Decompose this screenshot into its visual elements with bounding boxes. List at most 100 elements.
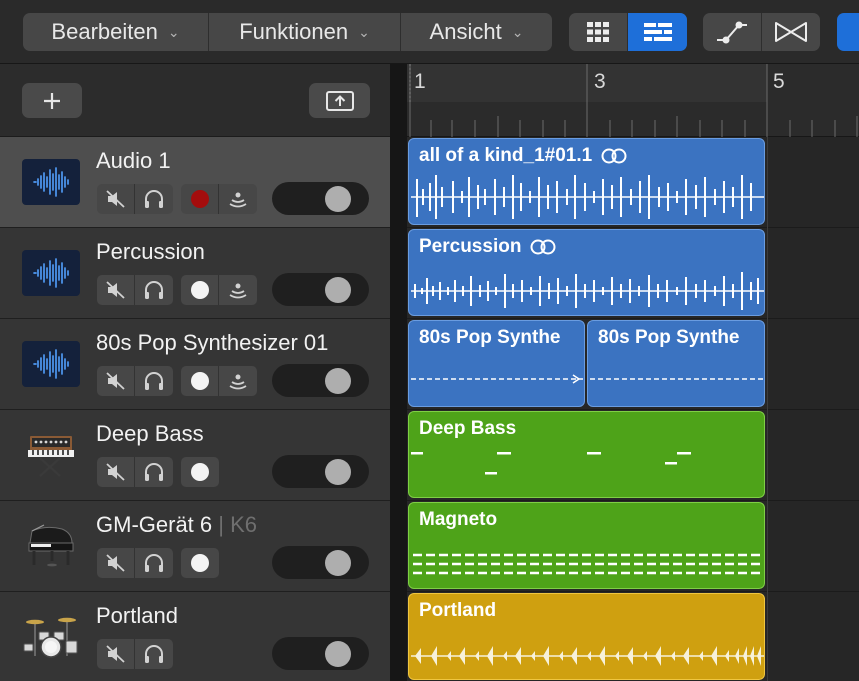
speaker-mute-icon: [105, 554, 125, 572]
region-title: all of a kind_1#01.1: [419, 145, 628, 167]
track-controls: [97, 457, 219, 487]
input-monitoring-button[interactable]: [219, 366, 257, 396]
add-track-button[interactable]: [22, 83, 82, 118]
solo-button[interactable]: [135, 548, 173, 578]
track-name[interactable]: 80s Pop Synthesizer 01: [96, 330, 328, 356]
track-row-80s-pop-synthesizer[interactable]: 80s Pop Synthesizer 01: [0, 319, 390, 410]
grid-view-icon: [587, 22, 609, 42]
speaker-mute-icon: [105, 190, 125, 208]
region-title: Magneto: [419, 509, 498, 530]
drummer-region[interactable]: Portland: [408, 593, 765, 680]
input-monitor-icon: [229, 283, 247, 299]
chevron-down-icon: ⌄: [511, 23, 524, 40]
solo-button[interactable]: [135, 366, 173, 396]
volume-slider[interactable]: [272, 182, 369, 215]
track-name[interactable]: Deep Bass: [96, 421, 204, 447]
volume-knob[interactable]: [325, 459, 351, 485]
volume-slider[interactable]: [272, 364, 369, 397]
track-headers: Audio 1 Percussion 80s Pop Synthesizer 0…: [0, 64, 390, 681]
track-name[interactable]: Percussion: [96, 239, 205, 265]
plus-icon: [44, 92, 60, 109]
speaker-mute-icon: [105, 372, 125, 390]
audio-waveform: [411, 374, 583, 384]
audio-region[interactable]: 80s Pop Synthe: [587, 320, 765, 407]
volume-knob[interactable]: [325, 277, 351, 303]
track-row-audio-1[interactable]: Audio 1: [0, 137, 390, 228]
solo-button[interactable]: [135, 275, 173, 305]
drum-waveform: [411, 646, 764, 666]
list-view-button[interactable]: [628, 13, 687, 51]
track-name[interactable]: Audio 1: [96, 148, 171, 174]
mute-button[interactable]: [97, 548, 135, 578]
track-row-percussion[interactable]: Percussion: [0, 228, 390, 319]
volume-knob[interactable]: [325, 186, 351, 212]
bar-number: 1: [414, 70, 426, 93]
functions-menu[interactable]: Funktionen ⌄: [209, 13, 401, 51]
midi-region[interactable]: Deep Bass: [408, 411, 765, 498]
flex-time-button[interactable]: [762, 13, 820, 51]
volume-knob[interactable]: [325, 550, 351, 576]
automation-button[interactable]: [703, 13, 762, 51]
edit-menu[interactable]: Bearbeiten ⌄: [23, 13, 209, 51]
headphones-icon: [145, 554, 163, 572]
view-menu[interactable]: Ansicht ⌄: [401, 13, 552, 51]
mute-button[interactable]: [97, 184, 135, 214]
track-name[interactable]: Portland: [96, 603, 178, 629]
audio-region[interactable]: Percussion: [408, 229, 765, 316]
record-enable-button[interactable]: [181, 184, 219, 214]
solo-button[interactable]: [135, 639, 173, 669]
volume-slider[interactable]: [272, 637, 369, 670]
flex-time-icon: [775, 22, 807, 42]
track-name[interactable]: GM-Gerät 6 | K6: [96, 512, 257, 538]
mute-button[interactable]: [97, 639, 135, 669]
audio-waveform-icon: [22, 250, 80, 296]
toolbar-overflow-button[interactable]: [837, 13, 859, 51]
audio-waveform: [411, 272, 764, 310]
region-title: 80s Pop Synthe: [598, 327, 740, 348]
pane-divider[interactable]: [390, 64, 407, 681]
record-enable-button[interactable]: [181, 548, 219, 578]
speaker-mute-icon: [105, 281, 125, 299]
track-row-gm-geraet-6[interactable]: GM-Gerät 6 | K6: [0, 501, 390, 592]
solo-button[interactable]: [135, 184, 173, 214]
record-dot-icon: [190, 281, 209, 299]
track-controls: [97, 184, 257, 214]
record-enable-button[interactable]: [181, 275, 219, 305]
volume-slider[interactable]: [272, 273, 369, 306]
record-enable-button[interactable]: [181, 457, 219, 487]
track-controls: [97, 639, 173, 669]
grid-view-button[interactable]: [569, 13, 628, 51]
volume-knob[interactable]: [325, 368, 351, 394]
edit-tools-segment: [703, 13, 820, 51]
grand-piano-icon: [28, 524, 74, 567]
record-enable-button[interactable]: [181, 366, 219, 396]
audio-region[interactable]: all of a kind_1#01.1: [408, 138, 765, 225]
volume-slider[interactable]: [272, 455, 369, 488]
input-monitoring-button[interactable]: [219, 275, 257, 305]
track-row-portland[interactable]: Portland: [0, 592, 390, 681]
midi-region[interactable]: Magneto: [408, 502, 765, 589]
local-menu-bar: Bearbeiten ⌄ Funktionen ⌄ Ansicht ⌄: [23, 13, 552, 51]
track-controls: [97, 366, 257, 396]
solo-button[interactable]: [135, 457, 173, 487]
headphones-icon: [145, 281, 163, 299]
track-row-deep-bass[interactable]: Deep Bass: [0, 410, 390, 501]
mute-button[interactable]: [97, 457, 135, 487]
collapse-tracks-button[interactable]: [309, 83, 370, 118]
input-monitor-icon: [229, 374, 247, 390]
input-monitoring-button[interactable]: [219, 184, 257, 214]
input-monitor-icon: [229, 192, 247, 208]
mute-button[interactable]: [97, 275, 135, 305]
audio-waveform: [411, 175, 764, 219]
tracks-area[interactable]: all of a kind_1#01.1 Percussion 80s Pop …: [407, 137, 859, 681]
volume-knob[interactable]: [325, 641, 351, 667]
view-menu-label: Ansicht: [429, 19, 502, 44]
synthesizer-icon: [28, 436, 74, 477]
audio-region[interactable]: 80s Pop Synthe: [408, 320, 585, 407]
track-controls: [97, 548, 219, 578]
volume-slider[interactable]: [272, 546, 369, 579]
mute-button[interactable]: [97, 366, 135, 396]
track-header-toolbar: [0, 64, 390, 137]
bar-ruler[interactable]: 1 3 5: [407, 64, 859, 137]
bar-number: 3: [594, 70, 606, 93]
